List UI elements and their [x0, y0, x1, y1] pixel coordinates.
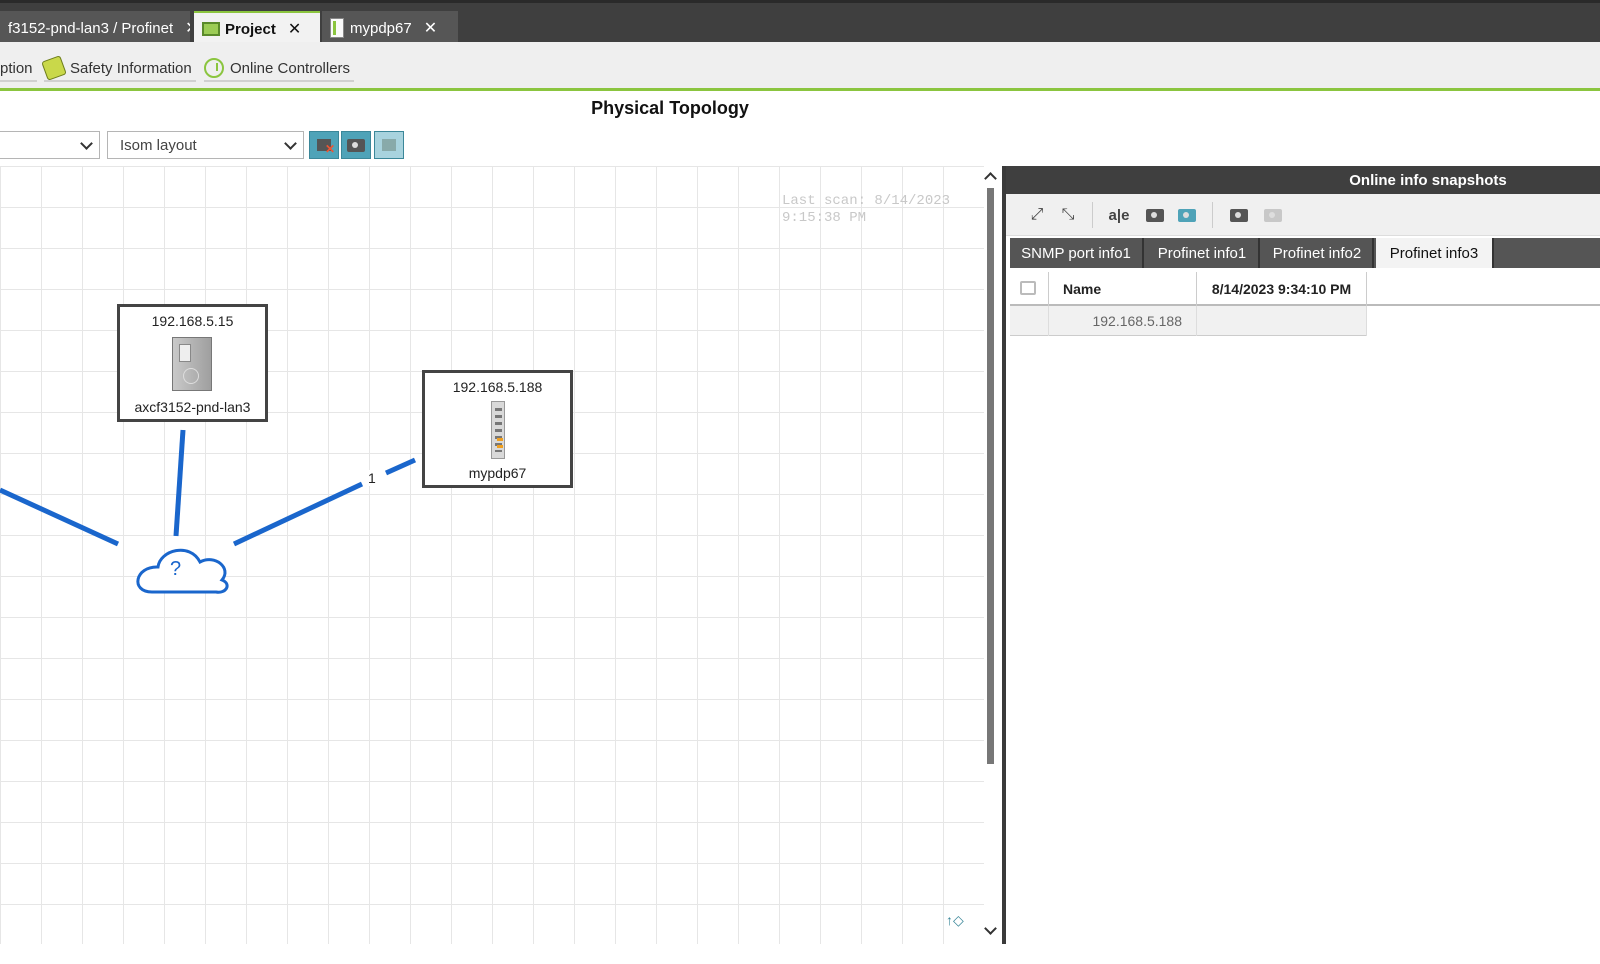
x-icon: ✕ — [324, 142, 335, 156]
panel-title: Online info snapshots — [1006, 166, 1600, 194]
safety-information-label: Safety Information — [70, 59, 192, 77]
tab-profinet[interactable]: f3152-pnd-lan3 / Profinet ✕ — [0, 11, 190, 45]
cloud-label: ? — [170, 558, 182, 580]
link-line — [384, 457, 417, 476]
network-scan-icon — [382, 139, 396, 151]
tab-snmp-port-info1[interactable]: SNMP port info1 — [1010, 238, 1144, 268]
tab-profinet-info2[interactable]: Profinet info2 — [1262, 238, 1374, 268]
chevron-up-icon[interactable] — [984, 172, 997, 185]
device-name: axcf3152-pnd-lan3 — [134, 399, 251, 415]
remove-device-button[interactable]: ✕ — [309, 131, 339, 159]
tab-profinet-label: f3152-pnd-lan3 / Profinet — [8, 19, 174, 37]
tab-label: Profinet info2 — [1272, 244, 1362, 262]
toolbar-divider — [1212, 202, 1213, 228]
remove-snapshot-button[interactable] — [1262, 204, 1284, 226]
safety-information-button[interactable]: Safety Information — [41, 55, 196, 82]
panel-toolbar: ⤢ ⤡ a|e — [1006, 194, 1600, 236]
link-line — [0, 487, 120, 547]
camera-remove-icon — [1264, 208, 1282, 222]
controller-icon — [172, 337, 212, 391]
cell-empty — [1366, 306, 1600, 336]
tab-profinet-info1[interactable]: Profinet info1 — [1146, 238, 1260, 268]
online-controllers-button[interactable]: Online Controllers — [204, 56, 355, 82]
tab-label: Profinet info1 — [1157, 244, 1247, 262]
layout-select[interactable]: Isom layout — [107, 131, 304, 159]
collapse-icon[interactable]: ⤡ — [1057, 204, 1079, 226]
device-ip: 192.168.5.188 — [452, 379, 543, 395]
close-icon[interactable]: ✕ — [424, 18, 437, 38]
project-icon — [202, 22, 220, 36]
link-line — [232, 481, 364, 547]
unknown-network-cloud-icon — [136, 548, 229, 594]
description-label: ption — [0, 59, 33, 77]
tab-project[interactable]: Project ✕ — [194, 11, 320, 45]
power-icon — [204, 58, 224, 78]
snapshot-table: Name 8/14/2023 9:34:10 PM 192.168.5.188 — [1010, 272, 1600, 336]
camera-compare-icon — [1178, 208, 1196, 222]
document-tab-bar: f3152-pnd-lan3 / Profinet ✕ Project ✕ my… — [0, 0, 1600, 45]
cell-text: 192.168.5.188 — [1092, 313, 1182, 329]
last-scan-time: 9:15:38 PM — [782, 210, 867, 226]
description-button[interactable]: ption — [0, 56, 37, 82]
scan-network-button[interactable] — [374, 131, 404, 159]
canvas-scrollbar[interactable] — [984, 166, 998, 944]
expand-icon[interactable]: ⤢ — [1026, 204, 1048, 226]
device-node[interactable]: 192.168.5.188 mypdp67 — [422, 370, 573, 488]
project-toolbar: ption Safety Information Online Controll… — [0, 42, 1600, 91]
filter-icon[interactable] — [1020, 281, 1036, 295]
topology-links — [0, 429, 417, 594]
camera-icon — [347, 138, 365, 152]
column-label: 8/14/2023 9:34:10 PM — [1211, 281, 1352, 297]
cell-name: 192.168.5.188 — [1048, 306, 1196, 336]
table-header: Name 8/14/2023 9:34:10 PM — [1010, 272, 1600, 306]
tab-profinet-info3[interactable]: Profinet info3 — [1376, 238, 1494, 268]
column-header-empty — [1366, 272, 1600, 306]
last-scan-text: Last scan: 8/14/2023 9:15:38 PM — [782, 193, 982, 227]
page-title: Physical Topology — [591, 98, 749, 118]
column-label: Name — [1063, 281, 1102, 297]
device-doc-icon — [330, 18, 344, 38]
topology-canvas[interactable]: ? — [0, 166, 984, 944]
io-module-icon — [491, 401, 505, 459]
tab-mypdp67[interactable]: mypdp67 ✕ — [322, 11, 458, 45]
online-info-snapshots-panel: Online info snapshots ⤢ ⤡ a|e SNMP port … — [1002, 166, 1600, 944]
layout-select-value: Isom layout — [120, 136, 197, 154]
safety-icon — [41, 55, 67, 81]
snapshot-button[interactable] — [341, 131, 371, 159]
device-ip: 192.168.5.15 — [151, 313, 234, 329]
last-scan-date: Last scan: 8/14/2023 — [782, 193, 951, 209]
device-node[interactable]: 192.168.5.15 axcf3152-pnd-lan3 — [117, 304, 268, 422]
rename-icon[interactable]: a|e — [1108, 204, 1130, 226]
close-icon[interactable]: ✕ — [288, 19, 301, 39]
online-controllers-label: Online Controllers — [230, 59, 351, 77]
table-row[interactable]: 192.168.5.188 — [1010, 306, 1600, 336]
tab-label: SNMP port info1 — [1021, 244, 1131, 262]
add-snapshot-button[interactable] — [1228, 204, 1250, 226]
port-label: 1 — [366, 470, 378, 486]
column-header-snapshot[interactable]: 8/14/2023 9:34:10 PM — [1196, 272, 1366, 306]
camera-delete-icon — [1146, 208, 1164, 222]
scroll-thumb[interactable] — [987, 188, 994, 764]
toolbar-divider — [1092, 202, 1093, 228]
link-line — [173, 429, 186, 537]
view-select[interactable] — [0, 131, 100, 159]
tab-mypdp67-label: mypdp67 — [350, 19, 412, 37]
compare-snapshot-button[interactable] — [1176, 204, 1198, 226]
tab-label: Profinet info3 — [1389, 244, 1479, 262]
camera-add-icon — [1230, 208, 1248, 222]
export-icon[interactable]: ↑◇ — [946, 912, 964, 929]
chevron-down-icon — [80, 137, 93, 150]
chevron-down-icon[interactable] — [984, 922, 997, 935]
column-header-name[interactable]: Name — [1048, 272, 1196, 306]
snapshot-tabs: SNMP port info1 Profinet info1 Profinet … — [1010, 238, 1600, 268]
cell-value — [1196, 306, 1366, 336]
close-icon[interactable]: ✕ — [185, 18, 190, 38]
tab-project-label: Project — [225, 20, 276, 38]
delete-snapshot-button[interactable] — [1144, 204, 1166, 226]
device-name: mypdp67 — [468, 465, 527, 481]
chevron-down-icon — [284, 137, 297, 150]
